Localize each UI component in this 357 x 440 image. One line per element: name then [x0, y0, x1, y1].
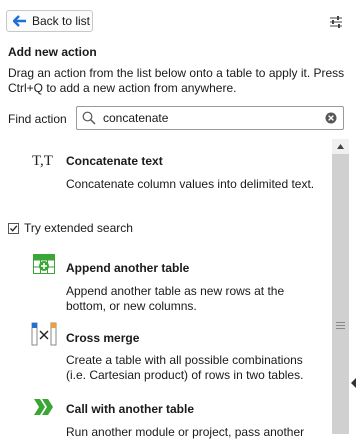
- action-description: Run another module or project, pass anot…: [66, 425, 305, 439]
- settings-sliders-icon[interactable]: [328, 14, 344, 30]
- search-input[interactable]: [103, 109, 308, 127]
- action-description: Concatenate column values into delimited…: [66, 177, 315, 191]
- panel-description: Drag an action from the list below onto …: [8, 66, 345, 95]
- panel-heading: Add new action: [8, 45, 97, 59]
- append-table-icon: [33, 254, 55, 274]
- find-action-label: Find action: [8, 112, 67, 126]
- concatenate-text-icon: T,T: [32, 153, 53, 168]
- cross-merge-icon: [31, 322, 57, 346]
- action-item-call-with-table[interactable]: Call with another table Run another modu…: [0, 396, 330, 439]
- call-with-table-icon: [34, 399, 53, 415]
- action-description: Append another table as new rows at the …: [66, 284, 285, 313]
- extended-search-checkbox[interactable]: Try extended search: [8, 221, 133, 235]
- svg-text:T,T: T,T: [32, 153, 53, 168]
- checkbox-box[interactable]: [8, 222, 19, 234]
- back-button-label: Back to list: [32, 14, 91, 28]
- collapse-panel-arrow-icon[interactable]: [351, 378, 357, 388]
- checkmark-icon: [10, 224, 18, 232]
- scrollbar-grip-icon: [336, 322, 345, 330]
- arrow-left-icon: [13, 15, 26, 27]
- action-title: Concatenate text: [66, 154, 163, 168]
- action-title: Append another table: [66, 261, 190, 275]
- results-scrollbar[interactable]: [332, 139, 349, 434]
- search-icon: [82, 111, 96, 125]
- clear-search-icon[interactable]: [325, 112, 337, 124]
- scrollbar-thumb[interactable]: [332, 154, 349, 434]
- search-box: [76, 106, 344, 130]
- action-title: Cross merge: [66, 331, 140, 345]
- scroll-up-arrow-icon[interactable]: [332, 139, 349, 154]
- extended-search-label: Try extended search: [24, 221, 133, 235]
- action-item-concatenate-text[interactable]: T,T Concatenate text Concatenate column …: [0, 148, 330, 210]
- back-to-list-button[interactable]: Back to list: [6, 10, 93, 32]
- action-item-cross-merge[interactable]: Cross merge Create a table with all poss…: [0, 322, 330, 386]
- action-description: Create a table with all possible combina…: [66, 353, 304, 382]
- action-title: Call with another table: [66, 402, 195, 416]
- action-item-append-table[interactable]: Append another table Append another tabl…: [0, 254, 330, 318]
